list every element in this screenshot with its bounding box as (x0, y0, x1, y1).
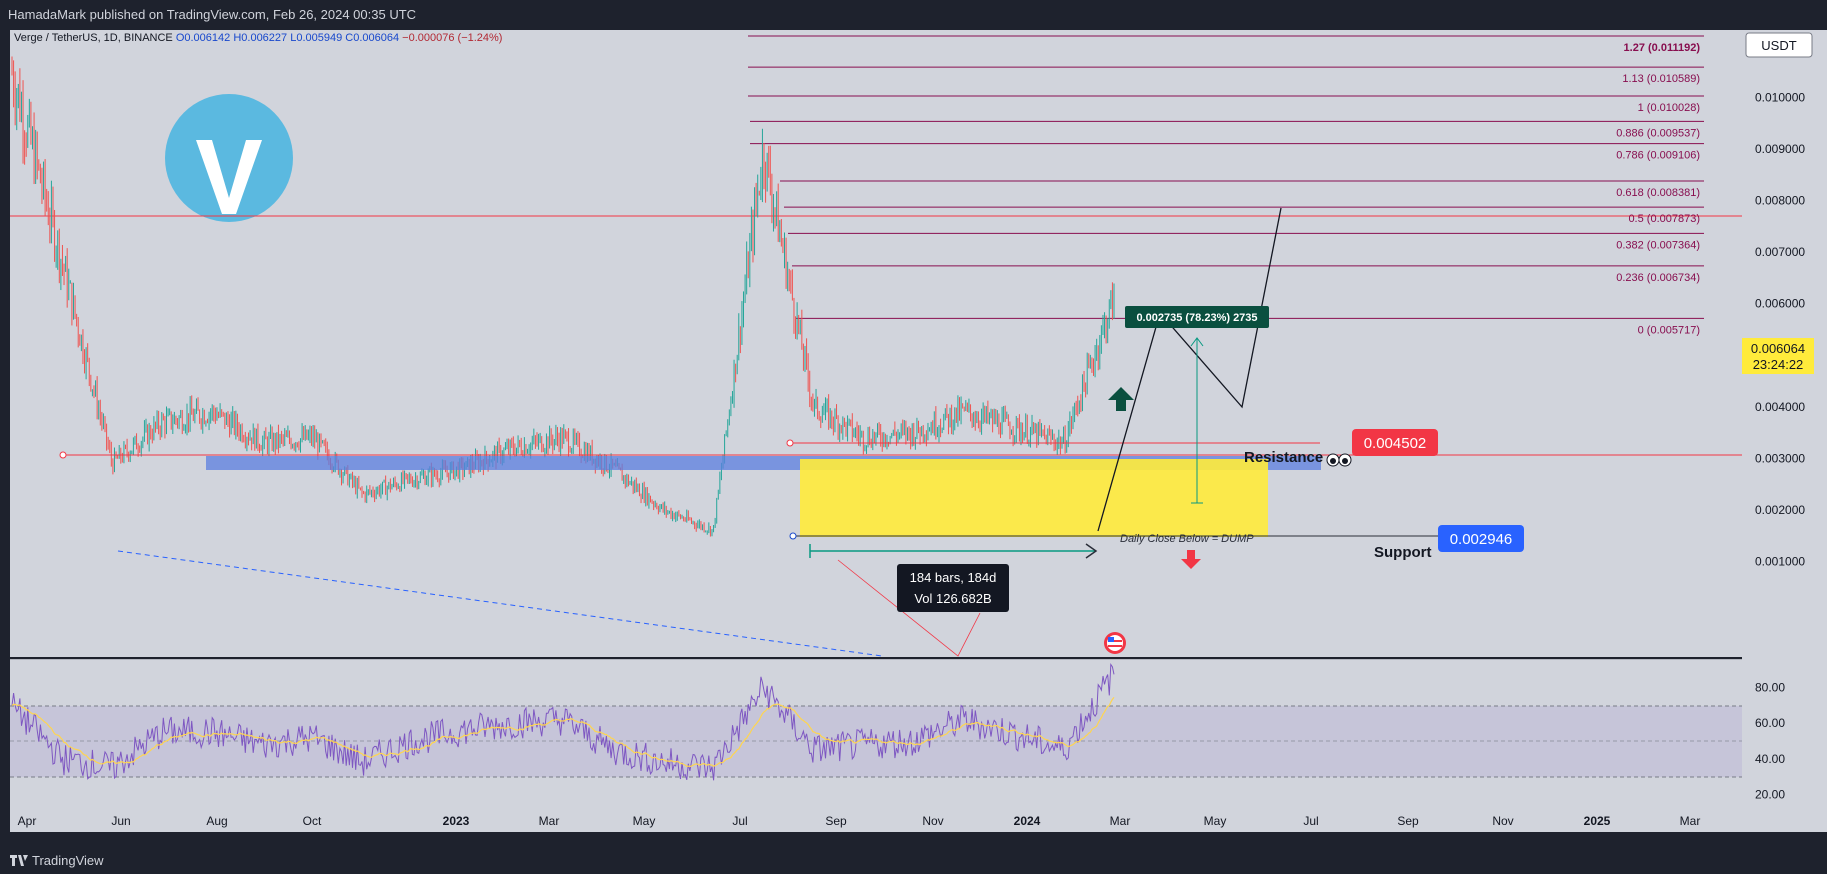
last-price-badge: 0.006064 23:24:22 (1742, 338, 1814, 374)
change-value: −0.000076 (−1.24%) (402, 32, 503, 44)
price-tick: 0.008000 (1755, 194, 1805, 208)
price-tick: 0.002000 (1755, 503, 1805, 517)
tradingview-logo-icon (10, 854, 28, 869)
time-label: May (633, 814, 656, 828)
time-label: Mar (1110, 814, 1131, 828)
time-label: Jun (111, 814, 130, 828)
symbol-legend[interactable]: Verge / TetherUS, 1D, BINANCE O0.006142 … (14, 32, 502, 44)
time-label: 2025 (1584, 814, 1611, 828)
fib-label: 0.236 (0.006734) (1616, 272, 1700, 284)
rsi-tick: 60.00 (1755, 716, 1785, 730)
support-label: Support (1374, 544, 1432, 561)
high-value: H0.006227 (233, 32, 288, 44)
fib-label: 1 (0.010028) (1638, 102, 1700, 114)
rsi-tick: 40.00 (1755, 752, 1785, 766)
bars-range-tooltip: 184 bars, 184d Vol 126.682B (897, 564, 1009, 612)
resistance-badge-text: 0.004502 (1364, 435, 1427, 452)
time-label: 2023 (443, 814, 470, 828)
time-label: Mar (539, 814, 560, 828)
footer: TradingView (0, 846, 1827, 874)
support-badge-text: 0.002946 (1450, 531, 1513, 548)
support-line-handle[interactable] (789, 532, 797, 540)
fib-label: 0.382 (0.007364) (1616, 239, 1700, 251)
chart-svg[interactable]: 1.27 (0.011192) 1.13 (0.010589) 1 (0.01002… (0, 28, 1827, 846)
close-value: C0.006064 (345, 32, 400, 44)
price-tick: 0.001000 (1755, 555, 1805, 569)
time-label: Oct (303, 814, 322, 828)
price-tick: 0.010000 (1755, 91, 1805, 105)
time-label: Jul (732, 814, 747, 828)
time-label: Nov (1492, 814, 1513, 828)
currency-label: USDT (1761, 38, 1796, 53)
price-tick: 0.007000 (1755, 245, 1805, 259)
time-label: Nov (922, 814, 943, 828)
fib-label: 0.786 (0.009106) (1616, 150, 1700, 162)
fib-label: 1.27 (0.011192) (1624, 42, 1701, 54)
price-tick: 0.004000 (1755, 400, 1805, 414)
time-label: Jul (1303, 814, 1318, 828)
measure-tooltip: 0.002735 (78.23%) 2735 (1125, 306, 1269, 328)
price-tick: 0.006000 (1755, 297, 1805, 311)
fib-label: 0 (0.005717) (1638, 324, 1700, 336)
symbol-name: Verge / TetherUS, 1D, BINANCE (14, 32, 173, 44)
time-label: Mar (1680, 814, 1701, 828)
bars-range-text: 184 bars, 184d (910, 570, 997, 585)
time-label: Apr (18, 814, 37, 828)
publish-header: HamadaMark published on TradingView.com,… (0, 0, 1827, 28)
fib-label: 0.886 (0.009537) (1616, 127, 1700, 139)
currency-button[interactable]: USDT (1745, 32, 1813, 58)
time-label: May (1204, 814, 1227, 828)
verge-logo-icon (165, 94, 293, 222)
rsi-tick: 80.00 (1755, 681, 1785, 695)
resistance-ray-handle[interactable] (786, 439, 794, 447)
fib-label: 0.618 (0.008381) (1616, 187, 1700, 199)
measure-label: 0.002735 (78.23%) 2735 (1136, 312, 1257, 324)
time-label: Aug (206, 814, 227, 828)
publish-info: HamadaMark published on TradingView.com,… (8, 7, 417, 22)
resistance-line-handle[interactable] (59, 451, 67, 459)
open-value: O0.006142 (175, 32, 231, 44)
price-tick: 0.009000 (1755, 142, 1805, 156)
rsi-tick: 20.00 (1755, 787, 1785, 801)
time-label: Sep (1397, 814, 1419, 828)
volume-text: Vol 126.682B (914, 591, 991, 606)
range-box[interactable] (800, 459, 1268, 537)
last-price: 0.006064 (1751, 341, 1805, 356)
countdown: 23:24:22 (1753, 357, 1804, 372)
daily-close-note: Daily Close Below = DUMP (1120, 533, 1254, 545)
fib-label: 1.13 (0.010589) (1622, 73, 1700, 85)
fib-label: 0.5 (0.007873) (1628, 213, 1700, 225)
time-label: 2024 (1014, 814, 1041, 828)
low-value: L0.005949 (290, 32, 343, 44)
time-label: Sep (825, 814, 847, 828)
pane-divider (10, 659, 1742, 660)
footer-brand: TradingView (32, 853, 104, 868)
price-tick: 0.003000 (1755, 451, 1805, 465)
time-axis-bg (10, 806, 1742, 832)
us-flag-event-icon[interactable] (1104, 632, 1126, 654)
chart-area[interactable]: 1.27 (0.011192) 1.13 (0.010589) 1 (0.01002… (0, 28, 1827, 846)
resistance-label: Resistance (1244, 449, 1323, 466)
